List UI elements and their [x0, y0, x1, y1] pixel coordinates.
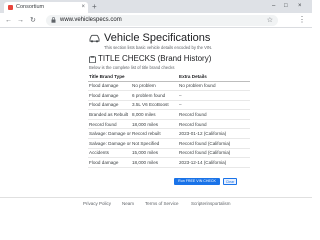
- footer-link-other[interactable]: Scripterinsportalism: [191, 200, 231, 207]
- column-header-brand-type: Title Brand Type: [88, 72, 131, 82]
- table-cell: Flood damage: [88, 100, 131, 111]
- table-cell: Flood damage: [88, 90, 131, 101]
- close-window-button[interactable]: ×: [298, 1, 302, 11]
- table-row: Salvage: Damage or Record rebuilt 2023-01-…: [88, 128, 250, 140]
- bookmark-star-icon[interactable]: ☆: [267, 15, 273, 26]
- page-footer: Privacy Policy Neam Terms of Service Scr…: [0, 197, 312, 208]
- table-row: Flood damage No problem No problem found: [88, 81, 250, 92]
- table-cell: 15,000 miles: [131, 148, 178, 159]
- browser-tab[interactable]: Consortium ×: [4, 2, 88, 13]
- clear-button[interactable]: Clear: [223, 178, 237, 185]
- run-vin-check-button[interactable]: Run FREE VIN CHECK: [174, 178, 220, 185]
- address-bar[interactable]: www.vehiclespecs.com ☆: [46, 15, 278, 26]
- table-row: Record found 18,000 miles Record found: [88, 119, 250, 130]
- column-header-value: [131, 72, 178, 82]
- table-cell: –: [178, 100, 250, 111]
- table-cell: 8,000 miles: [131, 109, 178, 120]
- section-title: TITLE CHECKS (Brand History): [98, 54, 212, 63]
- table-cell: 18,000 miles: [131, 119, 178, 130]
- table-cell: Record found: [178, 119, 250, 130]
- tab-bar: Consortium × + – □ ×: [0, 0, 312, 13]
- table-cell: Record found: [178, 109, 250, 120]
- section-subtitle: Below is the complete list of title bran…: [89, 65, 175, 70]
- table-cell: Record found: [88, 119, 131, 130]
- new-tab-button[interactable]: +: [92, 1, 97, 12]
- back-button[interactable]: ←: [5, 16, 12, 25]
- table-cell: No problem: [131, 81, 178, 92]
- table-cell: Record rebuilt: [131, 128, 178, 140]
- page-body: Vehicle Specifications This section list…: [0, 29, 312, 208]
- table-cell: Flood damage: [88, 157, 131, 168]
- table-cell: 3.5L V6 EcoBoost: [131, 100, 178, 111]
- browser-toolbar: ← → ↻ www.vehiclespecs.com ☆ ⋮: [0, 13, 312, 28]
- table-row: Flood damage 18,000 miles 2023-12-14 (Cali…: [88, 157, 250, 168]
- maximize-button[interactable]: □: [284, 1, 288, 11]
- table-row: Branded as Rebuilt 8,000 miles Record foun…: [88, 109, 250, 120]
- table-cell: Salvage: Damage or Not: [88, 138, 131, 149]
- minimize-button[interactable]: –: [272, 1, 275, 11]
- table-row: Flood damage 6 problem found –: [88, 90, 250, 101]
- forward-button[interactable]: →: [17, 16, 24, 25]
- table-cell: 6 problem found: [131, 90, 178, 101]
- page-subtitle: This section lists basic vehicle details…: [104, 45, 213, 50]
- lock-icon: [51, 17, 56, 23]
- table-row: Flood damage 3.5L V6 EcoBoost –: [88, 100, 250, 111]
- table-cell: 18,000 miles: [131, 157, 178, 168]
- page-title: Vehicle Specifications: [104, 32, 211, 44]
- table-cell: Accidents: [88, 148, 131, 159]
- title-checks-table: Title Brand Type Extra Details Flood dam…: [88, 72, 250, 168]
- favicon-icon: [8, 5, 13, 10]
- footer-link-terms[interactable]: Terms of Service: [145, 200, 179, 207]
- browser-menu-icon[interactable]: ⋮: [298, 15, 306, 25]
- tab-close-icon[interactable]: ×: [81, 3, 85, 12]
- table-cell: –: [178, 90, 250, 101]
- reload-button[interactable]: ↻: [30, 16, 36, 25]
- column-header-extra-details: Extra Details: [178, 72, 250, 82]
- table-cell: Not Specified: [131, 138, 178, 149]
- table-header-row: Title Brand Type Extra Details: [88, 72, 250, 82]
- table-cell: Flood damage: [88, 81, 131, 92]
- table-cell: Record found (California): [178, 138, 250, 149]
- table-cell: No problem found: [178, 81, 250, 92]
- footer-link-neam[interactable]: Neam: [122, 200, 134, 207]
- clipboard-icon: [89, 56, 96, 63]
- tab-title: Consortium: [16, 4, 45, 10]
- table-cell: Record found (California): [178, 148, 250, 159]
- table-cell: 2023-12-14 (California): [178, 157, 250, 168]
- table-row: Salvage: Damage or NotNot SpecifiedRecor…: [88, 138, 250, 149]
- car-icon: [89, 34, 100, 43]
- table-cell: Salvage: Damage or: [88, 128, 131, 140]
- table-row: Accidents 15,000 miles Record found (Calif…: [88, 148, 250, 159]
- url-text[interactable]: www.vehiclespecs.com: [60, 15, 122, 26]
- table-cell: 2023-01-12 (California): [178, 128, 250, 140]
- footer-link-privacy[interactable]: Privacy Policy: [83, 200, 111, 207]
- table-cell: Branded as Rebuilt: [88, 109, 131, 120]
